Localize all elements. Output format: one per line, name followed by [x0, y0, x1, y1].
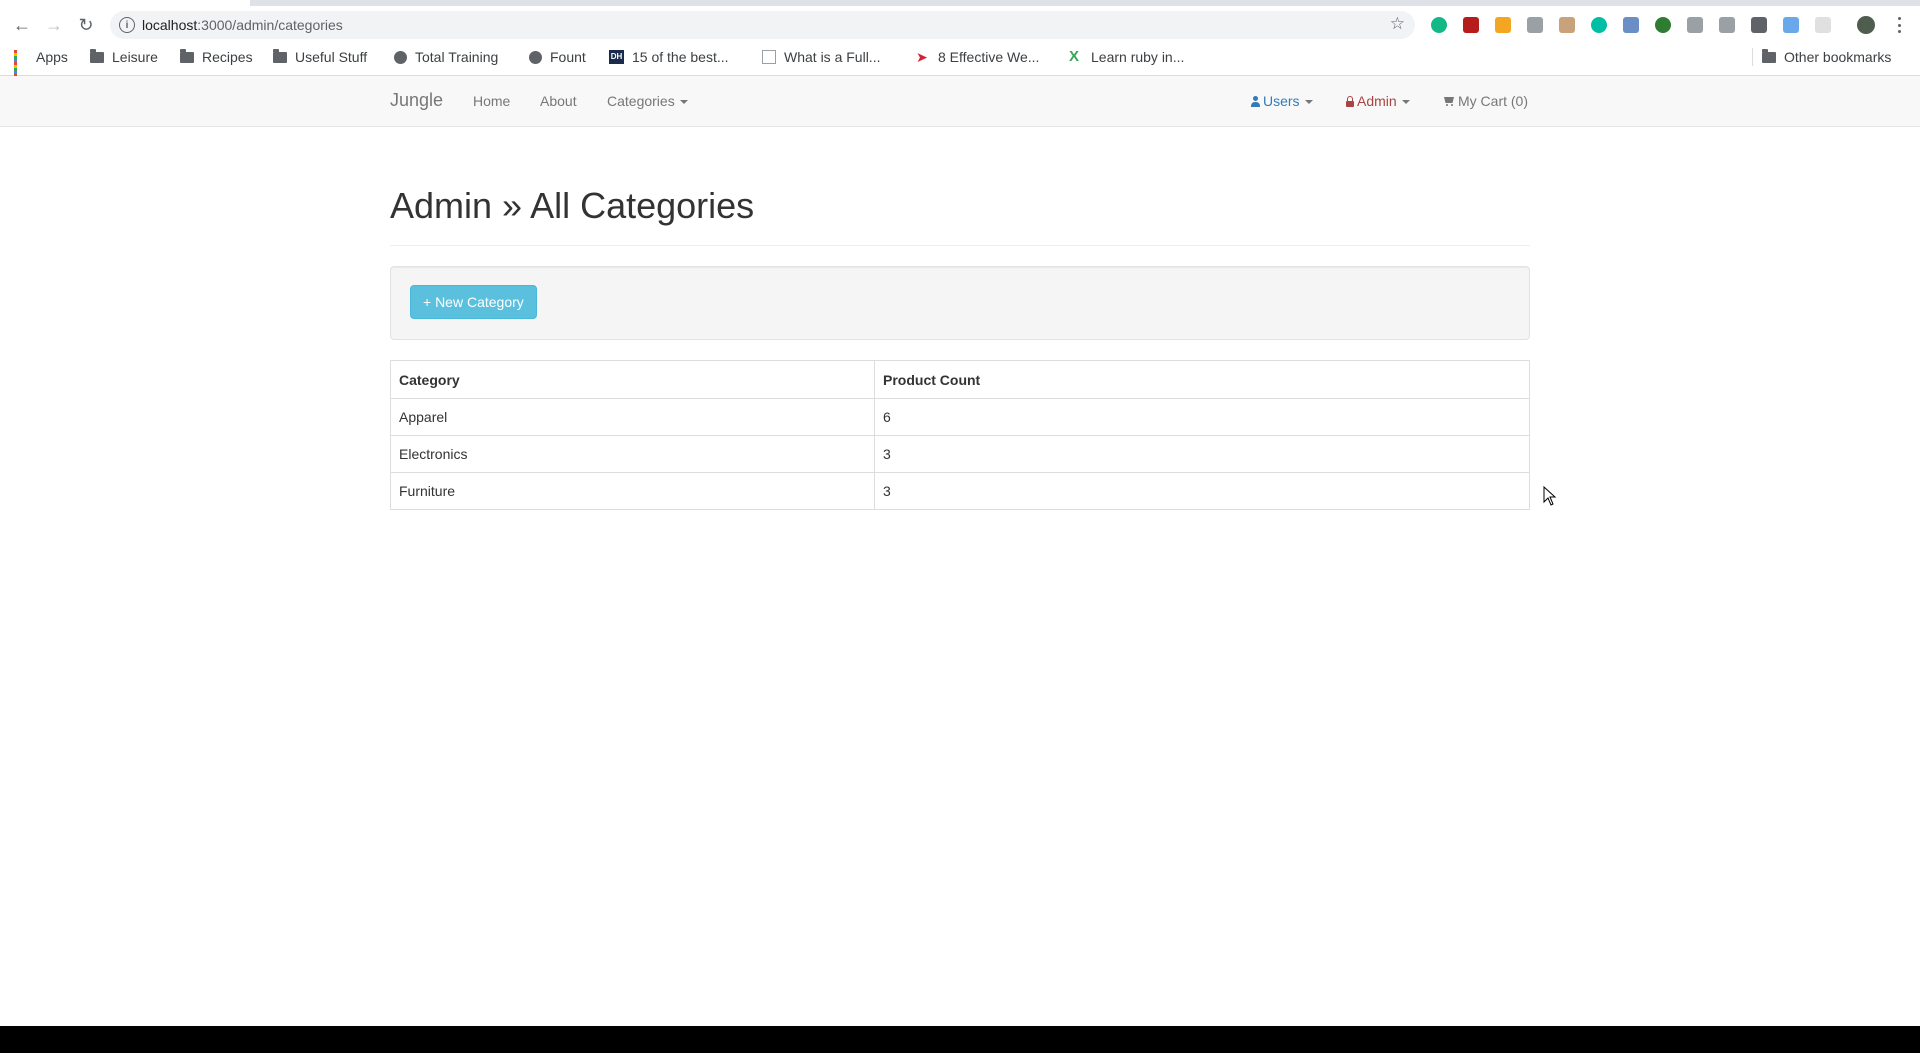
- url-host: localhost: [142, 17, 198, 33]
- page-icon: [762, 50, 776, 64]
- extension-icon[interactable]: [1655, 17, 1671, 33]
- globe-icon: [529, 50, 542, 64]
- category-name-cell: Furniture: [390, 472, 875, 510]
- bookmark-star-icon[interactable]: ☆: [1390, 14, 1405, 34]
- bookmark-label: Other bookmarks: [1784, 49, 1892, 65]
- bookmark-apps[interactable]: Apps: [14, 47, 68, 77]
- reload-icon[interactable]: ↻: [71, 10, 101, 40]
- bookmark-label: Useful Stuff: [295, 49, 368, 65]
- bookmark-label: Apps: [36, 49, 68, 65]
- forward-icon[interactable]: →: [39, 10, 69, 40]
- site-navbar: Jungle Home About Categories Users Admin…: [0, 76, 1920, 127]
- lock-icon: [1346, 96, 1354, 107]
- globe-icon: [394, 50, 407, 64]
- bookmark-total-training[interactable]: Total Training: [394, 47, 498, 67]
- folder-icon: [273, 48, 287, 63]
- bookmark-learn-ruby[interactable]: X Learn ruby in...: [1069, 47, 1184, 67]
- folder-icon: [1762, 48, 1776, 63]
- column-header-product-count: Product Count: [874, 360, 1530, 399]
- extension-icon[interactable]: [1815, 17, 1831, 33]
- url-path: :3000/admin/categories: [197, 17, 343, 33]
- extension-icon[interactable]: [1527, 17, 1543, 33]
- nav-admin-label: Admin: [1357, 93, 1397, 109]
- category-name-cell: Apparel: [390, 398, 875, 436]
- extension-icon[interactable]: [1495, 17, 1511, 33]
- nav-users-label: Users: [1263, 93, 1300, 109]
- bookmark-other[interactable]: Other bookmarks: [1762, 47, 1891, 67]
- bookmark-label: 8 Effective We...: [938, 49, 1040, 65]
- extension-icon[interactable]: [1431, 17, 1447, 33]
- caret-down-icon: [1304, 100, 1313, 105]
- bookmark-label: What is a Full...: [784, 49, 881, 65]
- column-header-category: Category: [390, 360, 875, 399]
- extension-icon[interactable]: [1591, 17, 1607, 33]
- folder-icon: [180, 48, 194, 63]
- table-row: Furniture 3: [390, 472, 1530, 510]
- product-count-cell: 3: [874, 435, 1530, 473]
- browser-chrome: ← → ↻ i localhost:3000/admin/categories …: [0, 0, 1920, 77]
- table-row: Electronics 3: [390, 435, 1530, 473]
- browser-menu-icon[interactable]: [1890, 15, 1908, 35]
- nav-cart[interactable]: My Cart (0): [1443, 93, 1528, 109]
- bookmark-label: Learn ruby in...: [1091, 49, 1185, 65]
- nav-cart-label: My Cart (0): [1458, 93, 1528, 109]
- nav-categories-dropdown[interactable]: Categories: [607, 93, 688, 109]
- category-name-cell: Electronics: [390, 435, 875, 473]
- extension-icon[interactable]: [1751, 17, 1767, 33]
- bookmark-label: Total Training: [415, 49, 499, 65]
- bookmark-divider: [1752, 48, 1753, 66]
- bookmark-15-best[interactable]: DH 15 of the best...: [609, 47, 729, 67]
- bookmark-full-stack[interactable]: What is a Full...: [762, 47, 880, 67]
- table-header-row: Category Product Count: [390, 360, 1530, 399]
- nav-about[interactable]: About: [540, 93, 577, 109]
- dh-icon: DH: [609, 50, 624, 64]
- bookmark-8-effective[interactable]: ➤ 8 Effective We...: [916, 47, 1039, 67]
- extension-icon[interactable]: [1687, 17, 1703, 33]
- bookmark-leisure[interactable]: Leisure: [90, 47, 158, 67]
- taskbar: [0, 1026, 1920, 1053]
- profile-avatar[interactable]: [1857, 16, 1875, 34]
- extension-icon[interactable]: [1463, 17, 1479, 33]
- extension-icon[interactable]: [1719, 17, 1735, 33]
- brand-link[interactable]: Jungle: [390, 90, 443, 111]
- actions-well: + New Category: [390, 266, 1530, 340]
- bookmarks-bar: Apps Leisure Recipes Useful Stuff Total …: [0, 44, 1920, 77]
- folder-icon: [90, 48, 104, 63]
- nav-admin-dropdown[interactable]: Admin: [1346, 93, 1410, 109]
- x-icon: X: [1069, 48, 1080, 65]
- new-category-button[interactable]: + New Category: [410, 285, 537, 319]
- product-count-cell: 3: [874, 472, 1530, 510]
- nav-categories-label: Categories: [607, 93, 675, 109]
- mouse-cursor-icon: [1543, 486, 1557, 506]
- address-bar[interactable]: i localhost:3000/admin/categories ☆: [110, 11, 1415, 39]
- extension-icon[interactable]: [1559, 17, 1575, 33]
- table-row: Apparel 6: [390, 398, 1530, 436]
- bookmark-label: Leisure: [112, 49, 158, 65]
- extension-icon[interactable]: [1783, 17, 1799, 33]
- bookmark-label: Recipes: [202, 49, 253, 65]
- nav-home[interactable]: Home: [473, 93, 510, 109]
- bookmark-label: 15 of the best...: [632, 49, 729, 65]
- extension-icon[interactable]: [1623, 17, 1639, 33]
- product-count-cell: 6: [874, 398, 1530, 436]
- nav-users-dropdown[interactable]: Users: [1251, 93, 1313, 109]
- pin-icon: ➤: [916, 49, 928, 65]
- bookmark-label: Fount: [550, 49, 586, 65]
- bookmark-useful-stuff[interactable]: Useful Stuff: [273, 47, 367, 67]
- cart-icon: [1443, 96, 1455, 107]
- user-icon: [1251, 96, 1260, 107]
- back-icon[interactable]: ←: [7, 10, 37, 40]
- apps-icon: [14, 50, 28, 77]
- categories-table: Category Product Count Apparel 6 Electro…: [390, 360, 1530, 510]
- site-info-icon[interactable]: i: [119, 17, 135, 33]
- url-text[interactable]: localhost:3000/admin/categories: [142, 17, 343, 33]
- bookmark-fount[interactable]: Fount: [529, 47, 586, 67]
- browser-toolbar: ← → ↻ i localhost:3000/admin/categories …: [0, 6, 1920, 44]
- bookmark-recipes[interactable]: Recipes: [180, 47, 253, 67]
- page-title: Admin » All Categories: [390, 185, 755, 226]
- page-header: Admin » All Categories: [390, 183, 1530, 246]
- caret-down-icon: [1401, 100, 1410, 105]
- caret-down-icon: [679, 100, 688, 105]
